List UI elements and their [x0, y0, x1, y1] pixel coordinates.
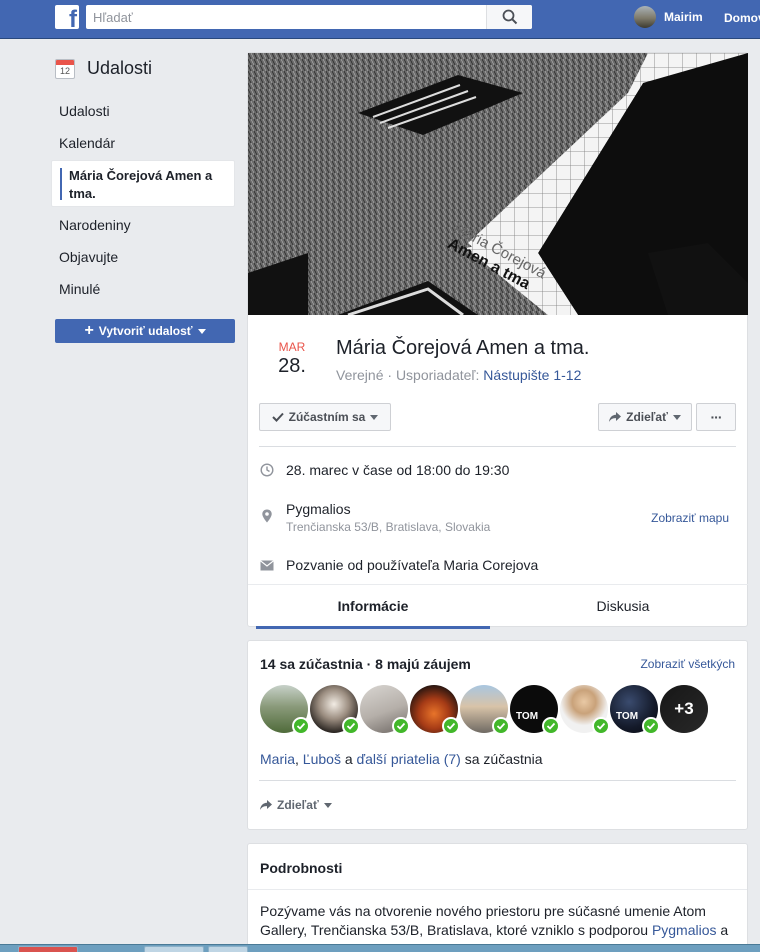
event-cover-photo[interactable]: Mária Čorejová Amen a tma — [248, 53, 748, 315]
check-icon — [271, 412, 284, 422]
event-tabs: Informácie Diskusia — [248, 584, 748, 629]
avatar[interactable] — [260, 685, 310, 735]
attendees-card: 14 sa zúčastnia · 8 majú záujem Zobraziť… — [247, 640, 748, 830]
search-input[interactable] — [93, 9, 483, 25]
details-card: Podrobnosti Pozývame vás na otvorenie no… — [247, 843, 748, 952]
envelope-icon — [260, 560, 274, 571]
tab-discussion[interactable]: Diskusia — [506, 585, 740, 629]
more-attendees-button[interactable]: +3 — [660, 685, 708, 733]
facebook-logo-icon[interactable]: f — [55, 5, 79, 29]
friend-link[interactable]: Maria — [260, 751, 295, 767]
ellipsis-icon: ··· — [710, 409, 723, 425]
attendance-summary[interactable]: 14 sa zúčastnia · 8 majú záujem — [260, 656, 471, 672]
top-navigation-bar: f Mairim Domov — [0, 0, 760, 39]
os-taskbar — [0, 944, 760, 952]
taskbar-item[interactable] — [144, 946, 204, 952]
search-box — [86, 5, 532, 29]
create-event-button[interactable]: + Vytvoriť udalosť — [55, 319, 235, 343]
sidebar-item-past[interactable]: Minulé — [59, 281, 100, 297]
profile-link[interactable]: Mairim — [634, 5, 703, 29]
share-arrow-icon — [260, 800, 272, 810]
avatar[interactable]: TOM — [610, 685, 660, 735]
share-arrow-icon — [609, 412, 622, 422]
event-title: Mária Čorejová Amen a tma. — [336, 337, 590, 359]
active-indicator — [60, 168, 62, 200]
clock-icon — [260, 463, 274, 477]
privacy-label: Verejné — [336, 367, 384, 383]
event-month: MAR — [278, 340, 306, 354]
calendar-icon: 12 — [55, 58, 75, 79]
details-title: Podrobnosti — [260, 860, 343, 876]
invite-text: Pozvanie od používateľa Maria Corejova — [286, 557, 539, 573]
divider — [259, 446, 736, 447]
place-address: Trenčianska 53/B, Bratislava, Slovakia — [286, 520, 491, 534]
tab-information[interactable]: Informácie — [256, 585, 490, 629]
search-icon — [502, 9, 518, 25]
other-friends-link[interactable]: ďalší priatelia (7) — [357, 751, 461, 767]
avatar[interactable]: TOM — [510, 685, 560, 735]
going-check-icon — [492, 717, 510, 735]
see-all-link[interactable]: Zobraziť všetkých — [640, 657, 735, 671]
avatar[interactable] — [360, 685, 410, 735]
location-pin-icon — [262, 509, 272, 523]
more-options-button[interactable]: ··· — [696, 403, 736, 431]
cover-artwork: Mária Čorejová Amen a tma — [248, 53, 748, 315]
friend-link[interactable]: Ľuboš — [303, 751, 341, 767]
avatar[interactable] — [410, 685, 460, 735]
event-card: Mária Čorejová Amen a tma MAR 28. Mária … — [247, 52, 748, 629]
avatar[interactable] — [560, 685, 610, 735]
sidebar-item-birthdays[interactable]: Narodeniny — [59, 217, 131, 233]
divider — [259, 780, 736, 781]
more-attendees-count: +3 — [660, 685, 708, 733]
chevron-down-icon — [672, 414, 681, 420]
share-button[interactable]: Zdieľať — [598, 403, 692, 431]
profile-name: Mairim — [664, 10, 703, 24]
divider — [248, 889, 747, 890]
friends-going-text: Maria, Ľuboš a ďalší priatelia (7) sa zú… — [260, 751, 543, 767]
taskbar-item[interactable] — [18, 946, 78, 952]
share-button[interactable]: Zdieľať — [260, 798, 332, 812]
sidebar-item-current-event[interactable]: Mária Čorejová Amen a tma. — [51, 160, 235, 207]
going-button[interactable]: Zúčastním sa — [259, 403, 391, 431]
plus-icon: + — [84, 322, 94, 339]
sidebar-item-discover[interactable]: Objavujte — [59, 249, 118, 265]
avatar[interactable] — [310, 685, 360, 735]
svg-text:TOM: TOM — [616, 711, 638, 722]
sidebar-item-events[interactable]: Udalosti — [59, 103, 110, 119]
avatar[interactable] — [460, 685, 510, 735]
going-check-icon — [542, 717, 560, 735]
chevron-down-icon — [323, 802, 332, 808]
show-map-link[interactable]: Zobraziť mapu — [651, 511, 729, 525]
going-check-icon — [342, 717, 360, 735]
create-event-label: Vytvoriť udalosť — [98, 324, 193, 338]
going-check-icon — [292, 717, 310, 735]
chevron-down-icon — [197, 328, 206, 334]
going-check-icon — [592, 717, 610, 735]
place-name[interactable]: Pygmalios — [286, 501, 351, 517]
home-link[interactable]: Domov — [724, 11, 760, 25]
sidebar-header[interactable]: 12 Udalosti — [55, 58, 152, 79]
avatar — [634, 6, 656, 28]
going-check-icon — [392, 717, 410, 735]
pygmalios-link[interactable]: Pygmalios — [652, 922, 717, 938]
sidebar-title: Udalosti — [87, 58, 153, 78]
taskbar-item[interactable] — [208, 946, 248, 952]
organizer-prefix: Usporiadateľ: — [395, 367, 484, 383]
going-check-icon — [642, 717, 660, 735]
event-meta: Verejné · Usporiadateľ: Nástupište 1-12 — [336, 367, 582, 383]
event-date-badge: MAR 28. — [270, 340, 314, 378]
event-time: 28. marec v čase od 18:00 do 19:30 — [286, 462, 510, 478]
search-button[interactable] — [486, 5, 532, 29]
svg-text:TOM: TOM — [516, 711, 538, 722]
chevron-down-icon — [370, 414, 379, 420]
organizer-link[interactable]: Nástupište 1-12 — [483, 367, 581, 383]
going-check-icon — [442, 717, 460, 735]
sidebar-item-calendar[interactable]: Kalendár — [59, 135, 115, 151]
event-day: 28. — [278, 355, 306, 377]
sidebar-item-label: Mária Čorejová Amen a tma. — [69, 168, 213, 201]
